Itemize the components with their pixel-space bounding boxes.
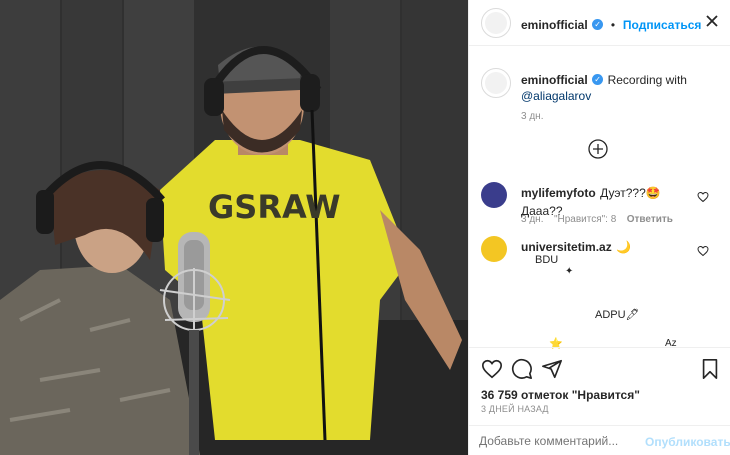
dot-separator: • (607, 18, 619, 32)
comment-like-icon[interactable] (697, 244, 709, 257)
comment-input[interactable] (479, 431, 639, 451)
likes-count[interactable]: 36 759 отметок "Нравится" (481, 386, 640, 404)
comment-line: ✦ (565, 266, 574, 277)
comment-line: ADPU🖊 (595, 309, 640, 321)
verified-icon: ✓ (592, 19, 604, 31)
comment-like-icon[interactable] (697, 190, 709, 203)
header-username[interactable]: eminofficial (521, 18, 588, 32)
caption-mention[interactable]: @aliagalarov (521, 89, 591, 103)
like-icon[interactable] (481, 358, 503, 380)
post-photo[interactable]: GSRAW (0, 0, 468, 455)
caption-avatar[interactable] (481, 68, 511, 98)
divider (469, 425, 730, 426)
comment-avatar[interactable] (481, 236, 507, 262)
divider (469, 347, 730, 348)
comment-likes[interactable]: "Нравится": 8 (554, 214, 616, 225)
likes-count-text: 36 759 отметок "Нравится" (481, 388, 640, 402)
comment-line: BDU (535, 254, 559, 266)
close-icon[interactable] (705, 14, 719, 28)
star-emoji: ⭐ (549, 338, 563, 350)
comment-time[interactable]: 3 дн. (521, 214, 543, 225)
comment-icon[interactable] (511, 358, 533, 380)
comment-avatar[interactable] (481, 182, 507, 208)
comment-username[interactable]: universitetim.az (521, 240, 612, 254)
caption-text: Recording with (607, 73, 687, 87)
caption-time[interactable]: 3 дн. (521, 111, 543, 122)
post-header: eminofficial ✓ • Подписаться (469, 0, 730, 46)
posted-ago[interactable]: 3 ДНЕЙ НАЗАД (481, 404, 549, 414)
studio-photo: GSRAW (0, 0, 468, 455)
shirt-print: GSRAW (208, 188, 341, 226)
verified-icon: ✓ (592, 74, 604, 86)
publish-button[interactable]: Опубликовать (645, 435, 730, 449)
follow-button[interactable]: Подписаться (623, 18, 701, 32)
caption-username[interactable]: eminofficial (521, 73, 588, 87)
bookmark-icon[interactable] (699, 358, 721, 380)
post-side-panel: eminofficial ✓ • Подписаться eminofficia… (468, 0, 730, 455)
avatar[interactable] (481, 8, 511, 38)
reply-button[interactable]: Ответить (627, 214, 673, 225)
caption: eminofficial ✓ Recording with @aliagalar… (521, 72, 721, 104)
comment-username[interactable]: mylifemyfoto (521, 186, 596, 200)
comment-emoji: 🌙 (616, 240, 632, 254)
comment-meta: 3 дн. "Нравится": 8 Ответить (521, 209, 673, 227)
share-icon[interactable] (541, 358, 563, 380)
load-more-comments-icon[interactable] (588, 139, 608, 159)
